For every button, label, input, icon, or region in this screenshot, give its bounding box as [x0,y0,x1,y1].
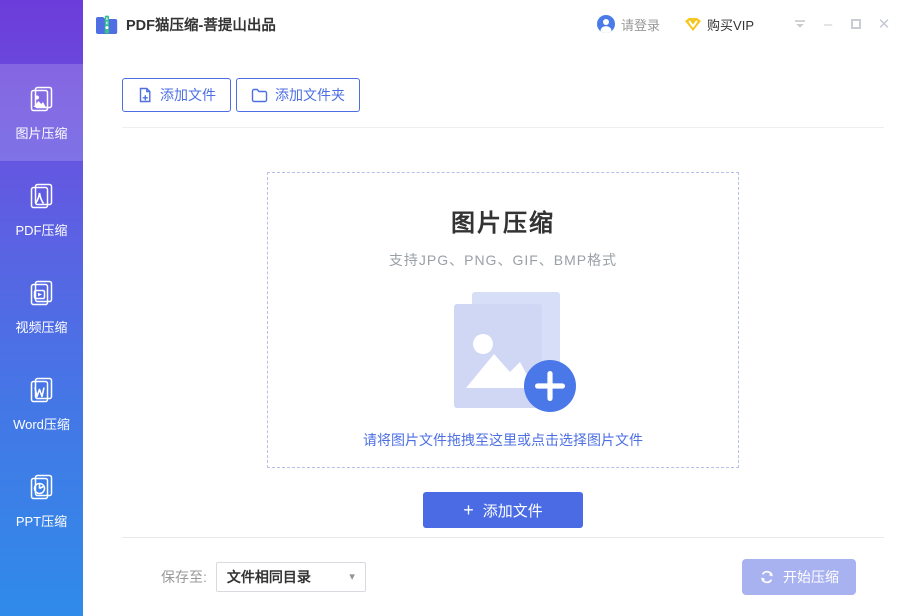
titlebar: PDF猫压缩-菩提山出品 请登录 [83,0,912,48]
save-path-value: 文件相同目录 [227,567,311,587]
app-window: 图片压缩 PDF压缩 视频压缩 W [0,0,912,616]
user-icon [597,15,615,33]
add-files-primary-button[interactable]: + 添加文件 [423,492,583,528]
sidebar-item-label: PPT压缩 [16,511,67,530]
pdf-doc-icon [27,181,57,211]
word-doc-icon [27,375,57,405]
toolbar-divider [122,127,884,128]
vip-icon [684,17,702,32]
login-button[interactable]: 请登录 [597,15,660,34]
close-button[interactable]: ✕ [870,10,898,38]
dropzone-title: 图片压缩 [268,203,738,238]
plus-icon: + [463,501,474,519]
save-to-label: 保存至: [161,567,207,587]
sync-arrows-icon [759,569,775,585]
login-label: 请登录 [621,15,660,34]
dropzone-graphic [268,290,738,414]
image-stack-plus-icon [428,290,578,414]
start-compress-label: 开始压缩 [783,567,839,587]
image-doc-icon [27,84,57,114]
sidebar-item-pdf-compress[interactable]: PDF压缩 [0,161,83,258]
add-file-label: 添加文件 [160,85,216,105]
main-area: 添加文件 添加文件夹 图片压缩 支持JPG、PNG、GIF、BMP格式 [83,48,912,616]
add-files-primary-label: 添加文件 [483,500,543,521]
video-doc-icon [27,278,57,308]
ppt-doc-icon [27,472,57,502]
sidebar-item-label: Word压缩 [13,414,70,433]
start-compress-button[interactable]: 开始压缩 [742,559,856,595]
sidebar-spacer [0,0,83,64]
maximize-icon [851,19,861,29]
app-icon [95,15,118,34]
minimize-button[interactable]: – [814,10,842,38]
save-path-select[interactable]: 文件相同目录 ▾ [216,562,366,592]
sidebar-item-label: PDF压缩 [15,220,67,239]
hide-to-tray-icon [794,18,806,30]
sidebar-item-ppt-compress[interactable]: PPT压缩 [0,452,83,549]
image-dropzone[interactable]: 图片压缩 支持JPG、PNG、GIF、BMP格式 请将图片文件拖拽至这里或点击选… [267,172,739,468]
app-title: PDF猫压缩-菩提山出品 [126,14,276,35]
add-folder-button[interactable]: 添加文件夹 [236,78,360,112]
hide-to-tray-button[interactable] [786,10,814,38]
maximize-button[interactable] [842,10,870,38]
dropzone-hint: 请将图片文件拖拽至这里或点击选择图片文件 [268,430,738,450]
content-column: PDF猫压缩-菩提山出品 请登录 [83,0,912,616]
window-controls: – ✕ [786,10,898,38]
toolbar: 添加文件 添加文件夹 [122,78,884,112]
footer-bar: 保存至: 文件相同目录 ▾ 开始压缩 [122,537,884,616]
buy-vip-button[interactable]: 购买VIP [684,15,754,34]
dropzone-subtitle: 支持JPG、PNG、GIF、BMP格式 [268,250,738,270]
titlebar-right: 请登录 购买VIP – [597,10,898,38]
sidebar: 图片压缩 PDF压缩 视频压缩 W [0,0,83,616]
sidebar-item-label: 图片压缩 [15,123,67,142]
file-plus-icon [137,87,153,103]
sidebar-item-image-compress[interactable]: 图片压缩 [0,64,83,161]
add-folder-label: 添加文件夹 [275,85,345,105]
caret-down-icon: ▾ [349,572,355,583]
sidebar-item-video-compress[interactable]: 视频压缩 [0,258,83,355]
add-file-button[interactable]: 添加文件 [122,78,231,112]
buy-vip-label: 购买VIP [707,15,754,34]
sidebar-item-word-compress[interactable]: Word压缩 [0,355,83,452]
folder-icon [251,88,268,103]
sidebar-item-label: 视频压缩 [15,317,67,336]
